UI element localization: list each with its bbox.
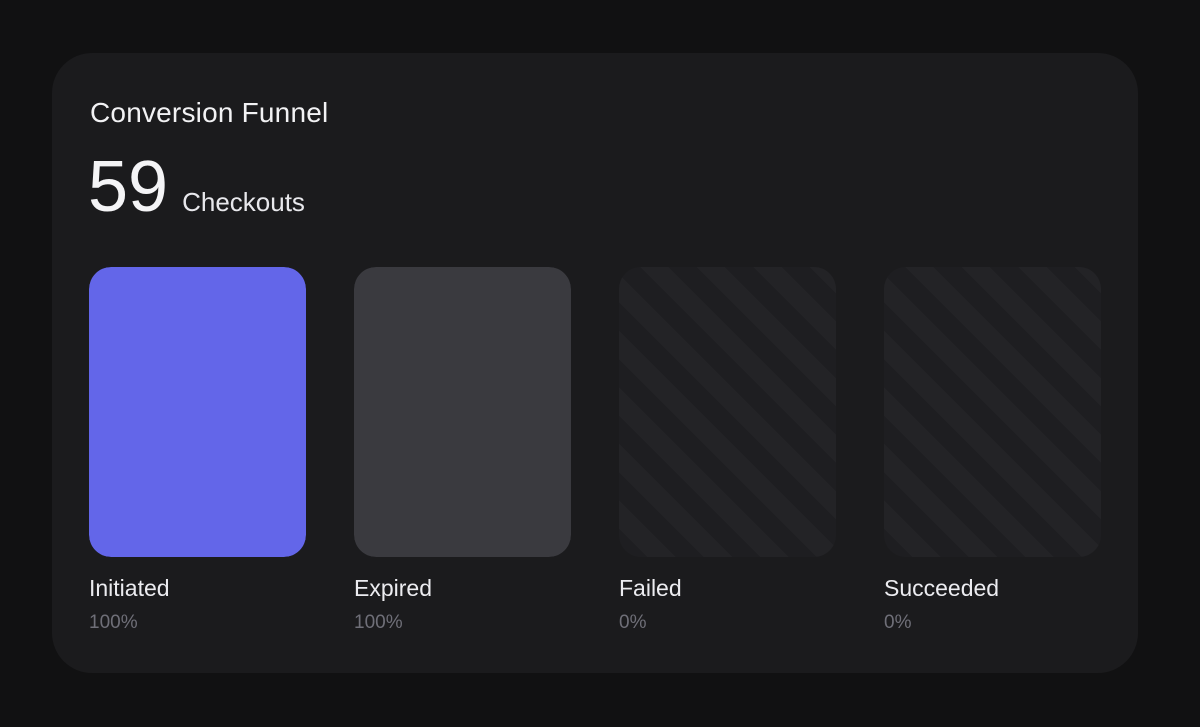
category-label-initiated: Initiated xyxy=(89,575,170,601)
checkouts-label: Checkouts xyxy=(182,187,305,217)
value-label-succeeded: 0% xyxy=(884,612,912,633)
category-label-failed: Failed xyxy=(619,575,682,601)
funnel-chart: Initiated 100% Expired 100% Failed 0% Succeede… xyxy=(89,267,1101,647)
value-label-expired: 100% xyxy=(354,612,403,633)
bar-initiated xyxy=(89,267,306,557)
funnel-step-initiated: Initiated 100% xyxy=(89,267,306,634)
funnel-step-expired: Expired 100% xyxy=(354,267,571,634)
funnel-step-succeeded: Succeeded 0% xyxy=(884,267,1101,634)
bar-track-succeeded xyxy=(884,267,1101,557)
value-label-initiated: 100% xyxy=(89,612,138,633)
bar-track-failed xyxy=(619,267,836,557)
conversion-funnel-card: Conversion Funnel 59 Checkouts Initiated… xyxy=(52,53,1138,673)
bar-track-initiated xyxy=(89,267,306,557)
bar-expired xyxy=(354,267,571,557)
checkouts-total: 59 Checkouts xyxy=(88,151,305,223)
checkouts-count: 59 xyxy=(88,147,169,227)
value-label-failed: 0% xyxy=(619,612,647,633)
bar-track-expired xyxy=(354,267,571,557)
category-label-succeeded: Succeeded xyxy=(884,575,1000,601)
funnel-step-failed: Failed 0% xyxy=(619,267,836,634)
card-title: Conversion Funnel xyxy=(90,97,329,128)
category-label-expired: Expired xyxy=(354,575,432,601)
